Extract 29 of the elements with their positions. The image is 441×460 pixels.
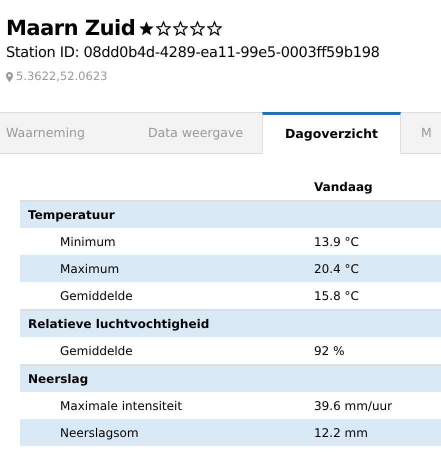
value-cell-text: 20.4 °C (314, 260, 359, 278)
group-heading: Temperatuur (27, 207, 116, 224)
value-cell-text: 39.6 mm/uur (314, 398, 392, 415)
empty-star-icon (207, 21, 222, 36)
station-name: Maarn Zuid (6, 16, 136, 42)
empty-star-icon (190, 21, 206, 36)
empty-star-icon (173, 21, 188, 36)
tab[interactable]: Waarneming (0, 113, 128, 154)
tab[interactable]: M (401, 113, 441, 154)
empty-star-icon (156, 21, 172, 36)
row-label: Maximum (59, 260, 120, 278)
row-label: Gemiddelde (59, 342, 134, 360)
group-heading: Relatieve luchtvochtigheid (27, 316, 210, 334)
tab[interactable]: Dagoverzicht (262, 112, 401, 154)
filled-star-icon (139, 21, 154, 36)
value-cell-text: 13.9 °C (314, 234, 359, 251)
row-label: Neerslagsom (59, 424, 140, 442)
column-header: Vandaag (314, 179, 373, 196)
group-heading: Neerslag (27, 371, 90, 388)
row-label: Gemiddelde (59, 288, 134, 305)
coordinates: 5.3622,52.0623 (16, 68, 108, 85)
value-cell-text: 92 % (314, 342, 344, 360)
tab[interactable]: Data weergave (128, 113, 262, 154)
value-cell-text: 12.2 mm (314, 424, 368, 442)
map-pin-icon (6, 72, 13, 82)
station-id: Station ID: 08dd0b4d-4289-ea11-99e5-0003ff59b198 (6, 44, 381, 64)
row-label: Minimum (59, 234, 117, 251)
row-label: Maximale intensiteit (59, 398, 184, 415)
value-cell-text: 15.8 °C (314, 288, 359, 305)
